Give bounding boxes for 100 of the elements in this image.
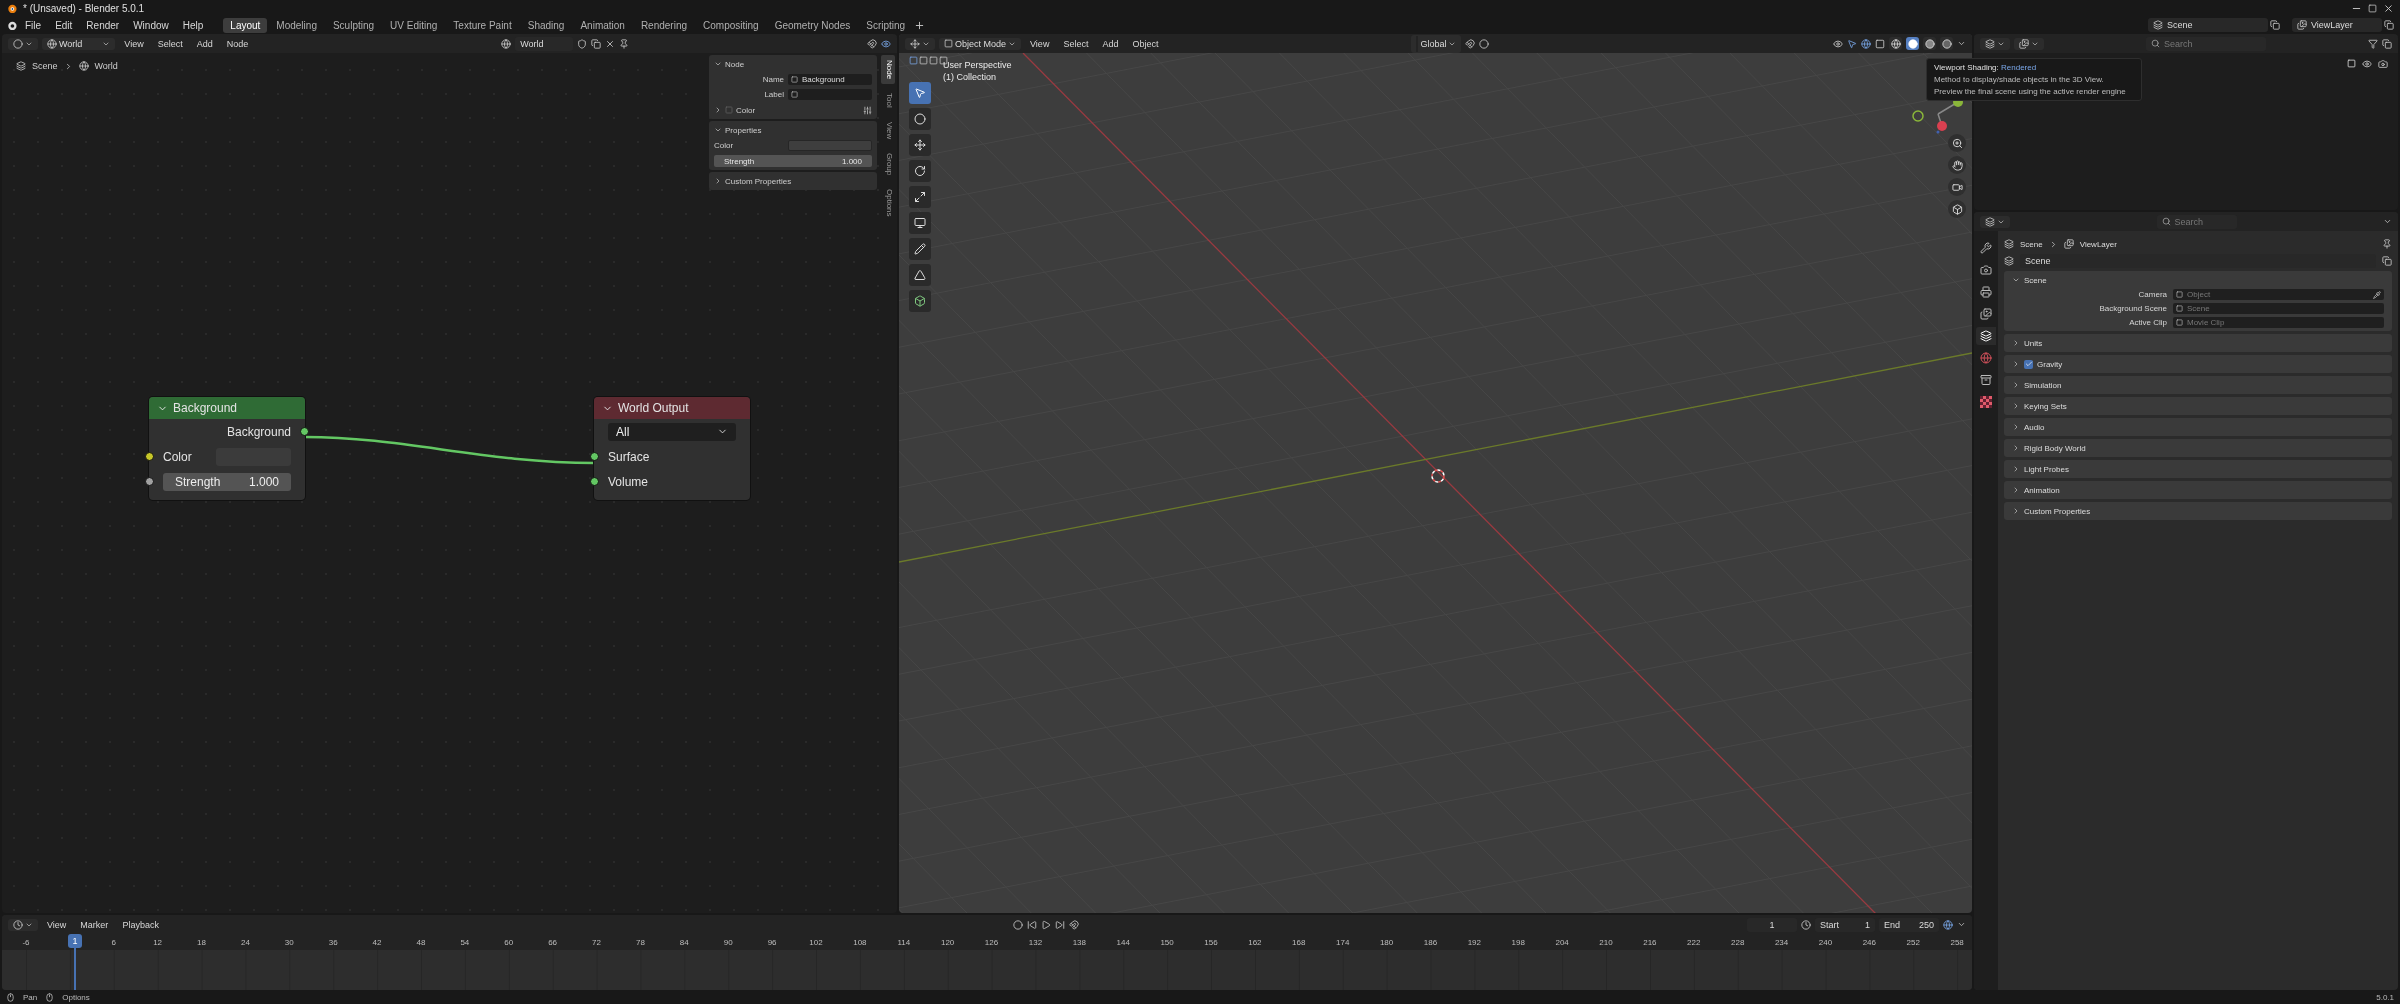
workspace-tab[interactable]: Compositing — [696, 17, 766, 33]
scene-icon[interactable] — [2004, 256, 2014, 266]
current-frame-field[interactable]: 1 — [1747, 917, 1797, 932]
datablock-field[interactable]: Scene — [2173, 303, 2384, 314]
cursor-tool-button[interactable] — [909, 108, 931, 130]
workspace-tab[interactable]: Animation — [573, 17, 632, 33]
header-menu[interactable]: View — [119, 37, 149, 50]
label-field[interactable] — [788, 89, 872, 100]
workspace-tab[interactable]: UV Editing — [383, 17, 445, 33]
panel-title[interactable]: Units — [2024, 338, 2043, 348]
editor-type-button[interactable] — [8, 37, 38, 50]
shield-icon[interactable] — [577, 38, 588, 49]
menu-item[interactable]: Help — [176, 17, 210, 33]
close-icon[interactable] — [2383, 2, 2394, 14]
header-menu[interactable]: Playback — [117, 918, 164, 931]
camera-view-button[interactable] — [1948, 178, 1966, 196]
transform-tool-button[interactable] — [909, 212, 931, 234]
record-icon[interactable] — [1013, 919, 1023, 930]
duplicate-icon[interactable] — [2384, 20, 2394, 30]
panel-title[interactable]: Node — [725, 59, 745, 69]
panel-title[interactable]: Keying Sets — [2024, 401, 2067, 411]
header-menu[interactable]: View — [42, 918, 72, 931]
annotate-tool-button[interactable] — [909, 238, 931, 260]
scene-field[interactable]: Scene — [2020, 254, 2376, 268]
shading-mode-button[interactable] — [1940, 37, 1953, 50]
properties-tab[interactable] — [1976, 327, 1996, 345]
eyedropper-icon[interactable] — [2373, 290, 2381, 299]
workspace-tab[interactable]: Layout — [223, 17, 268, 33]
play-icon[interactable] — [1041, 919, 1051, 930]
scene-field[interactable]: Scene — [2148, 18, 2268, 32]
playhead-handle[interactable]: 1 — [68, 934, 82, 948]
close-icon[interactable] — [605, 38, 616, 49]
stopwatch-icon[interactable] — [1801, 919, 1811, 930]
workspace-tab[interactable]: Geometry Nodes — [767, 17, 858, 33]
panel-title[interactable]: Animation — [2024, 485, 2060, 495]
sliders-icon[interactable] — [863, 105, 872, 115]
header-menu[interactable]: Node — [221, 37, 254, 50]
checkbox-icon[interactable] — [725, 106, 733, 114]
header-menu[interactable]: View — [1025, 37, 1055, 50]
maximize-icon[interactable] — [2368, 3, 2377, 13]
workspace-tab[interactable]: Scripting — [859, 17, 913, 33]
visibility-icon[interactable] — [1833, 38, 1843, 49]
panel-title[interactable]: Scene — [2024, 275, 2047, 285]
duplicate-icon[interactable] — [2270, 20, 2280, 30]
caret-icon[interactable] — [2383, 217, 2392, 226]
strength-number-field[interactable]: Strength 1.000 — [163, 472, 291, 491]
editor-type-button[interactable] — [1980, 37, 2010, 50]
camera-icon[interactable] — [2378, 59, 2388, 69]
socket-icon[interactable] — [590, 452, 599, 461]
panel-title[interactable]: Simulation — [2024, 380, 2062, 390]
pan-button[interactable] — [1948, 156, 1966, 174]
perspective-toggle-button[interactable] — [1948, 200, 1966, 218]
datablock-field[interactable]: Movie Clip — [2173, 317, 2384, 328]
gizmo-icon[interactable] — [1847, 38, 1857, 49]
overlay-icon[interactable] — [1861, 38, 1871, 49]
mode-dropdown[interactable]: Object Mode — [939, 37, 1022, 50]
pin-icon[interactable] — [619, 38, 630, 49]
workspace-tab[interactable]: Rendering — [633, 17, 695, 33]
shading-mode-button[interactable] — [1889, 37, 1902, 50]
new-collection-icon[interactable] — [2382, 38, 2392, 49]
display-mode-button[interactable] — [2014, 37, 2044, 50]
strength-number-field[interactable]: Strength 1.000 — [714, 155, 872, 167]
editor-type-button[interactable] — [905, 37, 935, 50]
orientation-dropdown[interactable]: Global — [1411, 34, 1462, 53]
header-menu[interactable]: Select — [1058, 37, 1094, 50]
jump-end-icon[interactable] — [1055, 919, 1065, 930]
panel-title[interactable]: Custom Properties — [725, 176, 792, 186]
world-field[interactable]: World — [515, 36, 574, 51]
panel-title[interactable]: Custom Properties — [2024, 506, 2091, 516]
panel-title[interactable]: Audio — [2024, 422, 2045, 432]
zoom-button[interactable] — [1948, 134, 1966, 152]
measure-tool-button[interactable] — [909, 264, 931, 286]
subpanel-title[interactable]: Color — [736, 105, 756, 115]
start-frame-field[interactable]: Start 1 — [1815, 917, 1875, 932]
checkbox[interactable] — [2024, 359, 2033, 369]
end-frame-field[interactable]: End 250 — [1879, 917, 1939, 932]
socket-icon[interactable] — [590, 477, 599, 486]
header-menu[interactable]: Marker — [75, 918, 114, 931]
socket-icon[interactable] — [145, 452, 154, 461]
workspace-tab[interactable]: Sculpting — [325, 17, 382, 33]
sidebar-tab[interactable]: View — [881, 116, 895, 144]
panel-title[interactable]: Light Probes — [2024, 464, 2069, 474]
name-field[interactable]: Background — [788, 74, 872, 85]
editor-type-button[interactable] — [1980, 215, 2010, 228]
menu-item[interactable]: File — [19, 17, 48, 33]
color-swatch[interactable] — [788, 140, 872, 151]
overlay-icon[interactable] — [881, 38, 891, 49]
socket-icon[interactable] — [300, 427, 309, 436]
duplicate-icon[interactable] — [591, 38, 602, 49]
sidebar-tab[interactable]: Options — [881, 184, 895, 222]
workspace-tab[interactable]: Texture Paint — [446, 17, 519, 33]
panel-title[interactable]: Properties — [725, 125, 762, 135]
snap-icon[interactable] — [1069, 919, 1079, 930]
sidebar-tab[interactable]: Tool — [881, 88, 895, 113]
app-logo-icon[interactable] — [6, 19, 17, 31]
add-icon[interactable] — [914, 19, 926, 31]
view-layer-field[interactable]: ViewLayer — [2292, 18, 2382, 32]
pin-icon[interactable] — [2382, 239, 2392, 249]
proportional-icon[interactable] — [1479, 38, 1490, 49]
filter-icon[interactable] — [2368, 38, 2378, 49]
